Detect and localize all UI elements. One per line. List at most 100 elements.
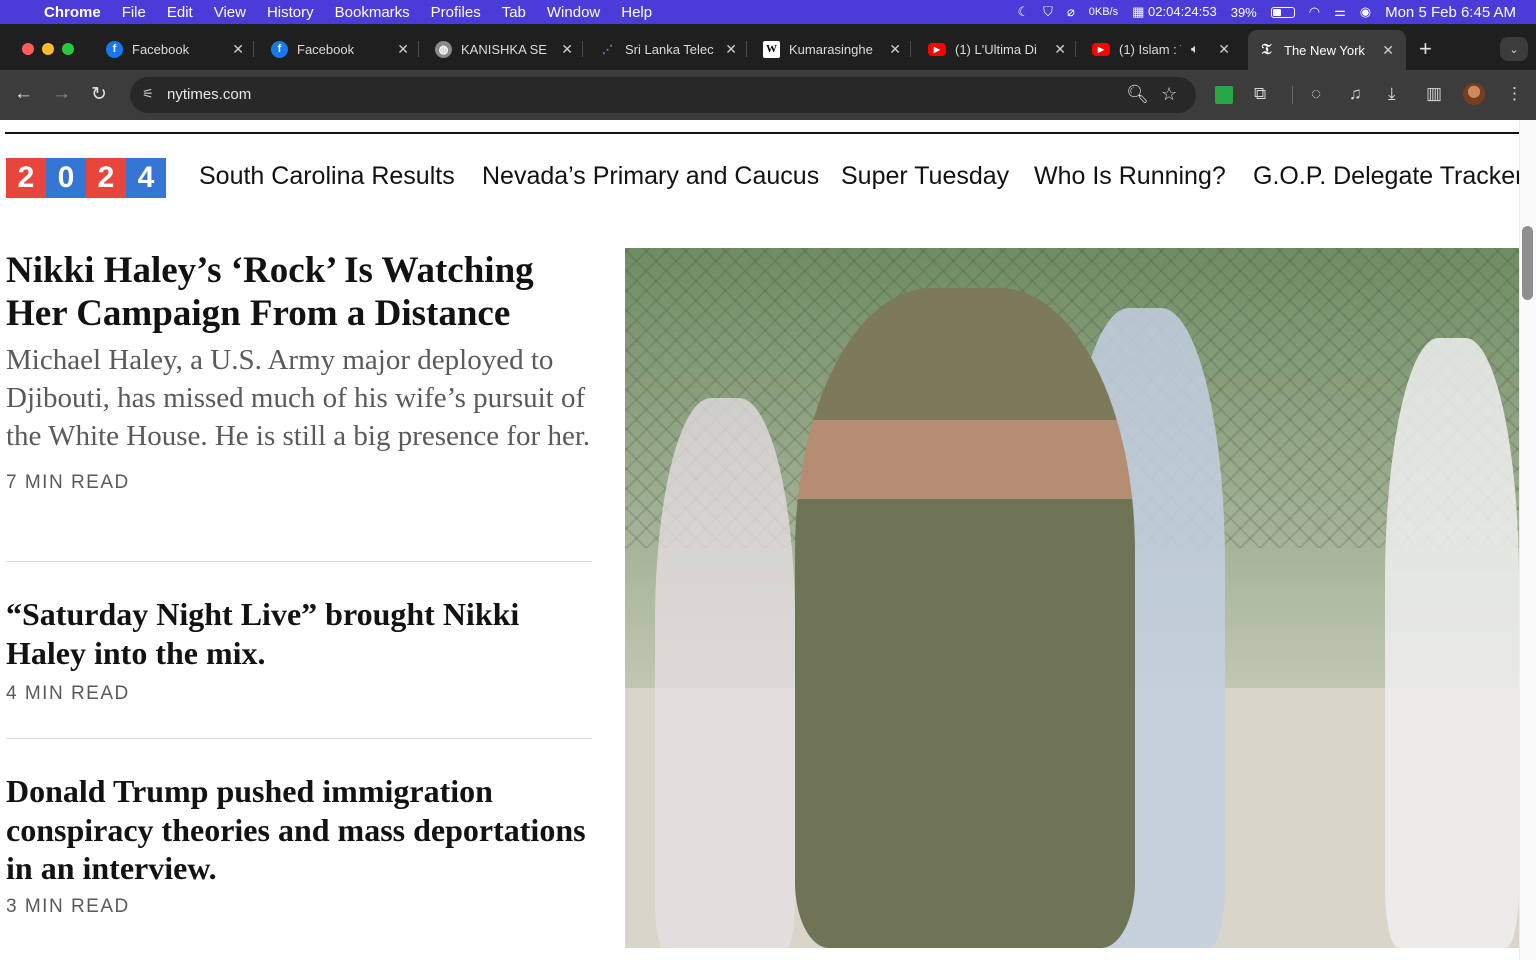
tab-sri-lanka-telecom[interactable]: ⋰ Sri Lanka Telec ✕ — [599, 34, 747, 64]
menu-file[interactable]: File — [122, 4, 146, 21]
story-divider — [6, 561, 592, 562]
tab-title: (1) Islam : T — [1119, 41, 1181, 57]
menu-bookmarks[interactable]: Bookmarks — [335, 4, 410, 21]
badge-digit: 2 — [6, 158, 46, 198]
globe-icon: ◍ — [435, 40, 452, 58]
story-haley-rock[interactable]: Nikki Haley’s ‘Rock’ Is Watching Her Cam… — [6, 249, 596, 494]
youtube-icon: ▶ — [1092, 42, 1110, 56]
close-window-button[interactable] — [22, 43, 34, 55]
vpn-shield-icon[interactable]: ⛉ — [1043, 4, 1053, 20]
wikipedia-icon: W — [763, 40, 780, 58]
menu-profiles[interactable]: Profiles — [431, 4, 481, 21]
tab-title: Facebook — [297, 41, 355, 57]
close-tab-icon[interactable]: ✕ — [889, 41, 901, 58]
close-tab-icon[interactable]: ✕ — [725, 41, 737, 58]
moon-icon[interactable]: ☾ — [1018, 4, 1030, 20]
nav-who-is-running[interactable]: Who Is Running? — [1034, 162, 1226, 191]
close-tab-icon[interactable]: ✕ — [1218, 41, 1230, 58]
tab-separator — [746, 41, 747, 57]
menu-bar-clock[interactable]: Mon 5 Feb 6:45 AM — [1385, 4, 1516, 21]
section-top-rule — [5, 132, 1519, 134]
extensions-puzzle-icon[interactable]: ⧉ — [1254, 84, 1266, 104]
tab-title: The New York — [1284, 42, 1365, 58]
tab-lultima[interactable]: ▶ (1) L'Ultima Di ✕ — [928, 34, 1076, 64]
timer-readout[interactable]: ▦ 02:04:24:53 — [1132, 4, 1217, 20]
zoom-window-button[interactable] — [62, 43, 74, 55]
site-settings-icon[interactable]: ⚟ — [139, 86, 157, 104]
story-headline[interactable]: Donald Trump pushed immigration conspira… — [6, 772, 596, 888]
forward-arrow-icon[interactable]: → — [52, 83, 71, 105]
election-2024-badge[interactable]: 2 0 2 4 — [6, 158, 166, 198]
downloads-icon[interactable]: ⤓ — [1388, 84, 1396, 104]
tab-separator — [253, 41, 254, 57]
reload-icon[interactable]: ↻ — [91, 83, 107, 106]
nav-south-carolina-results[interactable]: South Carolina Results — [199, 162, 455, 191]
green-extension-icon[interactable] — [1215, 86, 1233, 104]
close-tab-icon[interactable]: ✕ — [1054, 41, 1066, 58]
badge-digit: 4 — [126, 158, 166, 198]
nav-super-tuesday[interactable]: Super Tuesday — [841, 162, 1009, 191]
photo-blurred-figure — [655, 398, 795, 948]
tab-separator — [418, 41, 419, 57]
menu-view[interactable]: View — [214, 4, 246, 21]
tab-title: (1) L'Ultima Di — [955, 41, 1037, 57]
nav-nevada-primary-caucus[interactable]: Nevada’s Primary and Caucus — [482, 162, 819, 191]
scrollbar-thumb[interactable] — [1522, 226, 1533, 300]
slt-icon: ⋰ — [602, 43, 613, 56]
battery-icon[interactable] — [1270, 6, 1295, 18]
tab-kumarasinghe[interactable]: W Kumarasinghe ✕ — [763, 34, 911, 64]
story-headline[interactable]: Nikki Haley’s ‘Rock’ Is Watching Her Cam… — [6, 249, 596, 335]
url-text[interactable]: nytimes.com — [167, 86, 251, 103]
close-tab-icon[interactable]: ✕ — [397, 41, 409, 58]
address-bar[interactable]: ⚟ nytimes.com 🔍︎ ☆ — [130, 77, 1196, 113]
tab-islam[interactable]: ▶ (1) Islam : T 🔈︎ ✕ — [1092, 34, 1230, 64]
nav-gop-delegate-tracker[interactable]: G.O.P. Delegate Tracker — [1253, 162, 1524, 191]
profile-avatar[interactable] — [1463, 83, 1485, 105]
menu-app-chrome[interactable]: Chrome — [44, 4, 101, 21]
menu-help[interactable]: Help — [621, 4, 652, 21]
close-tab-icon[interactable]: ✕ — [232, 41, 244, 58]
siri-icon[interactable]: ◉ — [1360, 4, 1371, 20]
story-summary: Michael Haley, a U.S. Army major deploye… — [6, 344, 591, 452]
badge-digit: 2 — [86, 158, 126, 198]
side-panel-icon[interactable]: ▥ — [1426, 84, 1442, 104]
zoom-search-icon[interactable]: 🔍︎ — [1126, 84, 1149, 105]
tab-separator — [582, 41, 583, 57]
menu-window[interactable]: Window — [547, 4, 600, 21]
story-read-time: 7 MIN READ — [6, 472, 130, 493]
tab-facebook-2[interactable]: f Facebook ✕ — [271, 34, 419, 64]
menu-edit[interactable]: Edit — [167, 4, 193, 21]
paperclip-icon[interactable]: ⌀ — [1067, 4, 1075, 20]
story-trump-immigration[interactable]: Donald Trump pushed immigration conspira… — [6, 772, 596, 918]
menu-tab[interactable]: Tab — [502, 4, 526, 21]
battery-percent[interactable]: 39% — [1231, 5, 1257, 20]
tab-kanishka[interactable]: ◍ KANISHKA SE ✕ — [435, 34, 583, 64]
tab-new-york-times[interactable]: 𝔗 The New York ✕ — [1248, 30, 1406, 70]
back-arrow-icon[interactable]: ← — [14, 83, 33, 105]
speaker-icon[interactable]: 🔈︎ — [1191, 41, 1199, 57]
menu-history[interactable]: History — [267, 4, 314, 21]
bookmark-star-icon[interactable]: ☆ — [1161, 84, 1177, 105]
more-menu-icon[interactable]: ⋮ — [1506, 84, 1523, 104]
network-speed[interactable]: 0KB/s — [1089, 6, 1118, 18]
tab-search-button[interactable]: ⌄ — [1500, 37, 1528, 61]
story-snl-haley[interactable]: “Saturday Night Live” brought Nikki Hale… — [6, 595, 596, 705]
timer-value: 02:04:24:53 — [1148, 4, 1217, 19]
control-center-icon[interactable]: ⚌ — [1334, 4, 1346, 20]
story-headline[interactable]: “Saturday Night Live” brought Nikki Hale… — [6, 595, 596, 673]
window-controls — [22, 43, 74, 55]
close-tab-icon[interactable]: ✕ — [561, 41, 573, 58]
tab-title: Sri Lanka Telec — [625, 41, 714, 57]
lead-story-photo[interactable] — [625, 248, 1519, 948]
youtube-icon: ▶ — [928, 42, 946, 56]
media-controls-icon[interactable]: ♫ — [1349, 84, 1362, 104]
close-tab-icon[interactable]: ✕ — [1382, 42, 1394, 59]
tab-separator — [910, 41, 911, 57]
toolbar-divider — [1292, 86, 1293, 104]
tab-title: Kumarasinghe — [789, 41, 873, 57]
performance-icon[interactable]: ◌ — [1311, 84, 1321, 104]
tab-facebook-1[interactable]: f Facebook ✕ — [106, 34, 254, 64]
new-tab-button[interactable]: + — [1419, 38, 1432, 60]
minimize-window-button[interactable] — [42, 43, 54, 55]
wifi-icon[interactable]: ◠ — [1309, 4, 1320, 20]
